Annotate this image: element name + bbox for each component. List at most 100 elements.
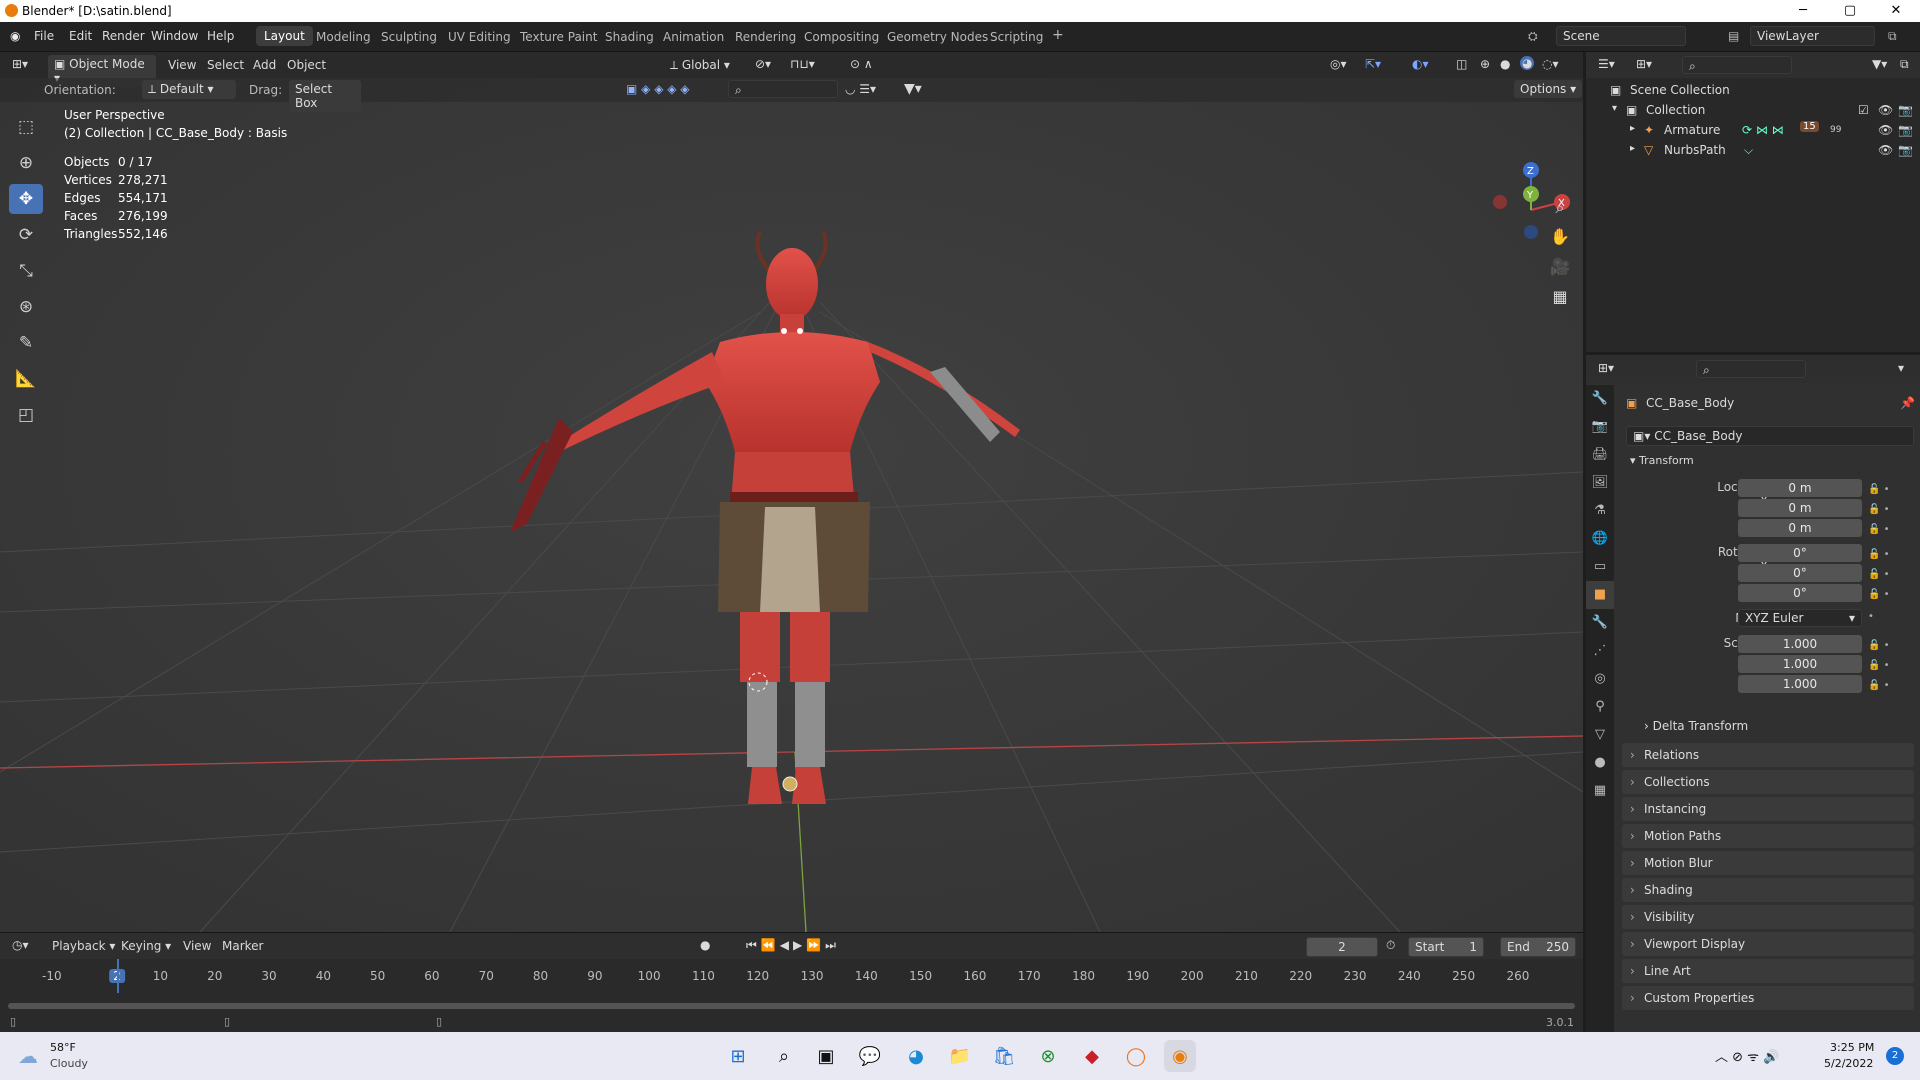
blender-taskbar-icon[interactable]: ◉ (1164, 1040, 1196, 1072)
scale-x-field[interactable]: 1.000 (1738, 635, 1862, 653)
viewport-menu-add[interactable]: Add (253, 58, 276, 72)
rendered-shading-icon[interactable]: ◌▾ (1542, 57, 1559, 71)
weather-temp[interactable]: 58°F (50, 1041, 76, 1054)
collapse-icon[interactable]: ▾ (1612, 103, 1617, 114)
panel-motion-paths[interactable]: Motion Paths (1622, 824, 1914, 848)
close-button[interactable]: ✕ (1876, 1, 1916, 21)
scale-z-field[interactable]: 1.000 (1738, 675, 1862, 693)
properties-options-icon[interactable]: ▾ (1898, 361, 1904, 375)
panel-visibility[interactable]: Visibility (1622, 905, 1914, 929)
clock-time[interactable]: 3:25 PM (1830, 1041, 1874, 1054)
scale-y-field[interactable]: 1.000 (1738, 655, 1862, 673)
world-tab-icon[interactable]: 🌐 (1586, 525, 1614, 553)
viewport-menu-view[interactable]: View (168, 58, 196, 72)
object-name-field[interactable]: ▣▾ CC_Base_Body (1626, 426, 1914, 446)
measure-tool-icon[interactable]: 📐 (9, 364, 43, 394)
outliner-row-collection[interactable]: ▾ ▣ Collection ☑ 👁 📷 (1586, 100, 1920, 120)
properties-editor[interactable]: ⊞▾ ⌕ ▾ 🔧 📷 🖨 🖼 ⚗ 🌐 ▭ ■ 🔧 ⋰ ◎ ⚲ ▽ ● ▦ ▣ C… (1586, 355, 1920, 1032)
transform-tool-icon[interactable]: ⊛ (9, 292, 43, 322)
menu-help[interactable]: Help (207, 29, 234, 43)
overlay-toggle-icon[interactable]: ◐▾ (1412, 57, 1429, 71)
panel-line-art[interactable]: Line Art (1622, 959, 1914, 983)
rotation-z-field[interactable]: 0° (1738, 584, 1862, 602)
eye-icon[interactable]: 👁 (1878, 123, 1893, 137)
lock-icons[interactable]: 🔓 • 🔓 • 🔓 • (1868, 480, 1890, 540)
outliner[interactable]: ☰▾ ⊞▾ ⌕ ▼▾ ⧉ ▣ Scene Collection ▾ ▣ Coll… (1586, 52, 1920, 352)
outliner-editor-icon[interactable]: ☰▾ (1598, 57, 1615, 71)
tab-shading[interactable]: Shading (605, 30, 654, 44)
mode-keyframe-dot[interactable]: • (1868, 611, 1874, 622)
panel-collections[interactable]: Collections (1622, 770, 1914, 794)
editor-type-icon[interactable]: ⊞▾ (12, 57, 28, 71)
maximize-button[interactable]: ▢ (1830, 1, 1870, 21)
render-camera-icon[interactable]: 📷 (1898, 103, 1913, 117)
view-layer-tab-icon[interactable]: 🖼 (1586, 469, 1614, 497)
object-tab-icon[interactable]: ■ (1586, 581, 1614, 609)
panel-viewport-display[interactable]: Viewport Display (1622, 932, 1914, 956)
scene-selector[interactable]: Scene (1556, 26, 1686, 46)
eye-icon[interactable]: 👁 (1878, 143, 1893, 157)
playhead[interactable] (117, 959, 119, 993)
pivot-icon[interactable]: ⊘▾ (755, 57, 771, 71)
notification-badge[interactable]: 2 (1886, 1047, 1904, 1065)
panel-shading[interactable]: Shading (1622, 878, 1914, 902)
annotate-tool-icon[interactable]: ✎ (9, 328, 43, 358)
windows-start-icon[interactable]: ⊞ (722, 1040, 754, 1072)
cursor-tool-icon[interactable]: ⊕ (9, 148, 43, 178)
tool-tab-icon[interactable]: 🔧 (1586, 385, 1614, 413)
teams-chat-icon[interactable]: 💬 (854, 1040, 886, 1072)
add-cube-tool-icon[interactable]: ◰ (9, 400, 43, 430)
edge-browser-icon[interactable]: ◕ (900, 1040, 932, 1072)
red-app-icon[interactable]: ◆ (1076, 1040, 1108, 1072)
minimize-button[interactable]: ─ (1783, 1, 1823, 21)
pan-hand-icon[interactable]: ✋ (1547, 224, 1573, 250)
orientation-default-dropdown[interactable]: ⟂ Default ▾ (142, 80, 236, 99)
location-x-field[interactable]: 0 m (1738, 479, 1862, 497)
rotation-lock-icons[interactable]: 🔓 • 🔓 • 🔓 • (1868, 545, 1890, 605)
drag-select-dropdown[interactable]: Select Box (289, 80, 361, 112)
render-camera-icon[interactable]: 📷 (1898, 143, 1913, 157)
panel-motion-blur[interactable]: Motion Blur (1622, 851, 1914, 875)
scene-tab-icon[interactable]: ⚗ (1586, 497, 1614, 525)
select-box-tool-icon[interactable]: ⬚ (9, 112, 43, 142)
move-tool-icon[interactable]: ✥ (9, 184, 43, 214)
panel-relations[interactable]: Relations (1622, 743, 1914, 767)
tab-rendering[interactable]: Rendering (735, 30, 796, 44)
tab-geometry-nodes[interactable]: Geometry Nodes (887, 30, 988, 44)
rotation-mode-dropdown[interactable]: XYZ Euler ▾ (1738, 609, 1862, 627)
rotation-x-field[interactable]: 0° (1738, 544, 1862, 562)
tab-scripting[interactable]: Scripting (990, 30, 1043, 44)
tab-texture-paint[interactable]: Texture Paint (520, 30, 597, 44)
outliner-row-armature[interactable]: ▸ ✦ Armature ⟳ ⋈ ⋈ 15 99 👁 📷 (1586, 120, 1920, 140)
outliner-row-nurbspath[interactable]: ▸ ▽ NurbsPath ⌵ 👁 📷 (1586, 140, 1920, 160)
location-z-field[interactable]: 0 m (1738, 519, 1862, 537)
filter-icon[interactable]: ▼▾ (904, 81, 922, 97)
modifier-tab-icon[interactable]: 🔧 (1586, 609, 1614, 637)
viewport-search-field[interactable]: ⌕ (728, 80, 838, 98)
render-camera-icon[interactable]: 📷 (1898, 123, 1913, 137)
outliner-row-scene-collection[interactable]: ▣ Scene Collection (1586, 80, 1920, 100)
outliner-search-field[interactable]: ⌕ (1682, 56, 1792, 74)
data-tab-icon[interactable]: ▽ (1586, 721, 1614, 749)
eye-icon[interactable]: 👁 (1878, 103, 1893, 117)
select-mode-icons[interactable]: ▣ ◈ ◈ ◈ ◈ (626, 82, 690, 96)
rotation-y-field[interactable]: 0° (1738, 564, 1862, 582)
new-view-layer-icon[interactable]: ⧉ (1888, 29, 1897, 44)
display-mode-icon[interactable]: ⊞▾ (1636, 57, 1652, 71)
add-workspace-button[interactable]: + (1052, 27, 1064, 43)
particles-tab-icon[interactable]: ⋰ (1586, 637, 1614, 665)
viewport-menu-object[interactable]: Object (287, 58, 326, 72)
scale-tool-icon[interactable]: ⤡ (9, 256, 43, 286)
tab-uv-editing[interactable]: UV Editing (448, 30, 511, 44)
search-icon[interactable]: ⌕ (768, 1040, 800, 1072)
options-dropdown[interactable]: Options ▾ (1514, 80, 1583, 98)
expand-icon[interactable]: ▸ (1630, 123, 1635, 134)
delta-transform-panel[interactable]: › Delta Transform (1644, 719, 1748, 733)
solid-shading-icon[interactable]: ● (1500, 57, 1510, 71)
texture-tab-icon[interactable]: ▦ (1586, 777, 1614, 805)
weather-icon[interactable]: ☁ (18, 1044, 38, 1068)
tab-modeling[interactable]: Modeling (316, 30, 371, 44)
tab-sculpting[interactable]: Sculpting (381, 30, 437, 44)
menu-file[interactable]: File (34, 29, 54, 43)
xray-icon[interactable]: ◫ (1456, 57, 1467, 71)
